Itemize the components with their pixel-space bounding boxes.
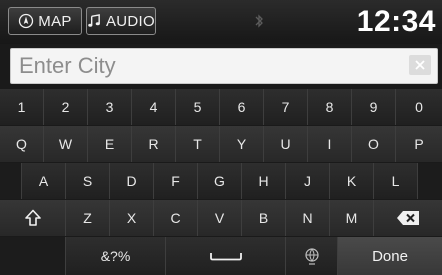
space-bar-icon	[209, 253, 242, 261]
key-k[interactable]: K	[330, 163, 374, 199]
key-spacer-left	[0, 163, 22, 199]
music-note-icon	[88, 14, 100, 27]
key-x[interactable]: X	[110, 200, 154, 236]
key-p[interactable]: P	[396, 126, 442, 162]
key-j[interactable]: J	[286, 163, 330, 199]
key-a[interactable]: A	[22, 163, 66, 199]
key-s[interactable]: S	[66, 163, 110, 199]
shift-arrow-icon	[24, 209, 41, 226]
key-8[interactable]: 8	[308, 89, 352, 125]
key-l[interactable]: L	[374, 163, 418, 199]
key-0[interactable]: 0	[396, 89, 442, 125]
audio-label: AUDIO	[105, 12, 155, 30]
compass-icon	[19, 13, 34, 29]
key-t[interactable]: T	[176, 126, 220, 162]
backspace-icon	[397, 211, 419, 225]
qwerty-row: Q W E R T Y U I O P	[0, 126, 442, 162]
key-g[interactable]: G	[198, 163, 242, 199]
key-m[interactable]: M	[330, 200, 374, 236]
key-r[interactable]: R	[132, 126, 176, 162]
key-v[interactable]: V	[198, 200, 242, 236]
clock: 12:34	[356, 5, 436, 38]
bluetooth-icon	[255, 14, 263, 28]
key-w[interactable]: W	[44, 126, 88, 162]
key-2[interactable]: 2	[44, 89, 88, 125]
function-row: &?% Done	[0, 237, 442, 275]
key-spacer-bottom-left	[0, 237, 66, 275]
key-6[interactable]: 6	[220, 89, 264, 125]
key-spacer-right	[418, 163, 442, 199]
key-f[interactable]: F	[154, 163, 198, 199]
key-z[interactable]: Z	[66, 200, 110, 236]
key-e[interactable]: E	[88, 126, 132, 162]
clear-button[interactable]	[409, 55, 431, 75]
city-input-container	[10, 48, 438, 84]
key-4[interactable]: 4	[132, 89, 176, 125]
space-key[interactable]	[166, 237, 286, 275]
key-q[interactable]: Q	[0, 126, 44, 162]
asdf-row: A S D F G H J K L	[0, 163, 442, 199]
number-row: 1 2 3 4 5 6 7 8 9 0	[0, 89, 442, 125]
key-h[interactable]: H	[242, 163, 286, 199]
key-y[interactable]: Y	[220, 126, 264, 162]
key-5[interactable]: 5	[176, 89, 220, 125]
key-n[interactable]: N	[286, 200, 330, 236]
symbols-key[interactable]: &?%	[66, 237, 166, 275]
map-button[interactable]: MAP	[8, 7, 82, 35]
done-button[interactable]: Done	[338, 237, 442, 275]
key-7[interactable]: 7	[264, 89, 308, 125]
key-u[interactable]: U	[264, 126, 308, 162]
key-3[interactable]: 3	[88, 89, 132, 125]
status-bar: MAP AUDIO 12:34	[0, 0, 442, 44]
key-1[interactable]: 1	[0, 89, 44, 125]
backspace-key[interactable]	[374, 200, 442, 236]
key-9[interactable]: 9	[352, 89, 396, 125]
audio-button[interactable]: AUDIO	[86, 7, 156, 35]
voice-key[interactable]	[286, 237, 338, 275]
voice-globe-icon	[304, 248, 319, 265]
key-c[interactable]: C	[154, 200, 198, 236]
key-i[interactable]: I	[308, 126, 352, 162]
key-b[interactable]: B	[242, 200, 286, 236]
map-label: MAP	[38, 12, 72, 30]
key-d[interactable]: D	[110, 163, 154, 199]
clear-x-icon	[415, 60, 425, 70]
city-input[interactable]	[11, 49, 391, 83]
shift-key[interactable]	[0, 200, 66, 236]
key-o[interactable]: O	[352, 126, 396, 162]
zxcv-row: Z X C V B N M	[0, 200, 442, 236]
